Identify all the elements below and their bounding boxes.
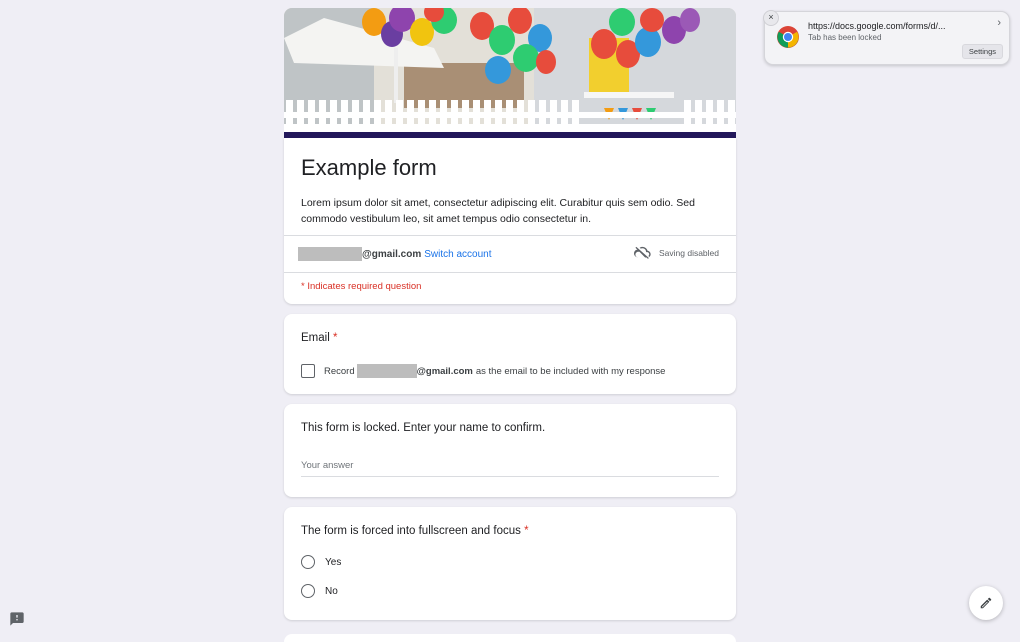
option-no[interactable]: No bbox=[301, 584, 719, 598]
form-header-image bbox=[284, 8, 736, 132]
radio-no[interactable] bbox=[301, 584, 315, 598]
next-question-card bbox=[284, 634, 736, 642]
redacted-email bbox=[356, 364, 417, 378]
notification-message: Tab has been locked bbox=[808, 33, 882, 42]
pencil-icon bbox=[980, 597, 992, 609]
cloud-off-icon bbox=[633, 246, 651, 259]
tab-locked-notification[interactable]: × https://docs.google.com/forms/d/... Ta… bbox=[763, 10, 1010, 65]
chrome-icon bbox=[777, 26, 799, 48]
email-question-label: Email * bbox=[301, 332, 719, 344]
required-note: * Indicates required question bbox=[301, 281, 422, 292]
record-email-text: as the email to be included with my resp… bbox=[475, 365, 666, 377]
record-label: Record bbox=[324, 365, 355, 377]
close-icon[interactable]: × bbox=[763, 10, 779, 26]
saving-status-label: Saving disabled bbox=[658, 247, 719, 258]
switch-account-link[interactable]: Switch account bbox=[424, 249, 491, 260]
option-no-label: No bbox=[325, 585, 338, 597]
required-star: * bbox=[524, 525, 529, 537]
locked-question-label: This form is locked. Enter your name to … bbox=[301, 422, 546, 434]
record-email-checkbox[interactable] bbox=[301, 364, 315, 378]
feedback-icon[interactable] bbox=[9, 611, 25, 627]
form-title-card: Example form Lorem ipsum dolor sit amet,… bbox=[284, 138, 736, 304]
required-star: * bbox=[332, 332, 338, 344]
form-title: Example form bbox=[301, 155, 437, 180]
name-answer-input[interactable] bbox=[301, 456, 719, 477]
notification-url: https://docs.google.com/forms/d/... bbox=[808, 21, 946, 31]
redacted-email bbox=[298, 247, 362, 261]
option-yes-label: Yes bbox=[325, 556, 342, 568]
record-email-option[interactable]: Record @gmail.com as the email to be inc… bbox=[301, 364, 719, 378]
locked-question-card: This form is locked. Enter your name to … bbox=[284, 404, 736, 497]
fullscreen-label-text: The form is forced into fullscreen and f… bbox=[301, 525, 521, 537]
fullscreen-question-label: The form is forced into fullscreen and f… bbox=[301, 525, 719, 537]
account-row: @gmail.com Switch account Saving disable… bbox=[284, 236, 736, 272]
option-yes[interactable]: Yes bbox=[301, 555, 719, 569]
account-email: @gmail.com bbox=[362, 248, 422, 260]
chevron-right-icon[interactable]: › bbox=[997, 17, 1001, 29]
email-question-card: Email * Record @gmail.com as the email t… bbox=[284, 314, 736, 394]
email-label-text: Email bbox=[301, 332, 330, 344]
form-description: Lorem ipsum dolor sit amet, consectetur … bbox=[301, 197, 695, 225]
notification-settings-button[interactable]: Settings bbox=[961, 44, 1003, 59]
fullscreen-question-card: The form is forced into fullscreen and f… bbox=[284, 507, 736, 620]
radio-yes[interactable] bbox=[301, 555, 315, 569]
edit-button[interactable] bbox=[969, 586, 1003, 620]
form-column: Example form Lorem ipsum dolor sit amet,… bbox=[284, 8, 736, 620]
saving-status: Saving disabled bbox=[633, 246, 719, 259]
record-email-suffix: @gmail.com bbox=[416, 365, 473, 377]
